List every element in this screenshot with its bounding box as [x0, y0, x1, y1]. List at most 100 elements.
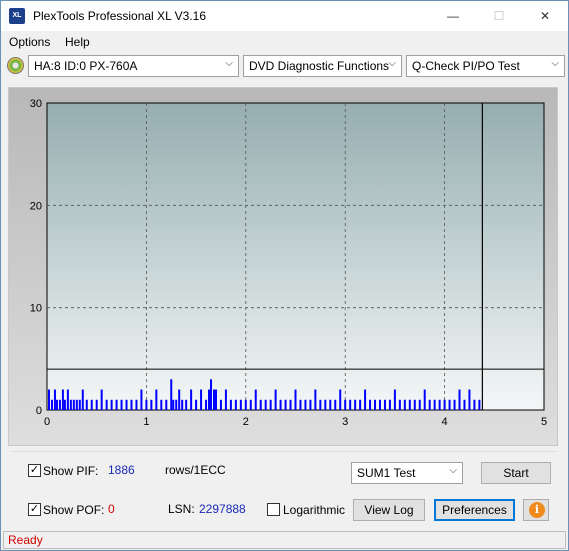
- data-bar: [443, 399, 446, 410]
- x-tick-label: 5: [541, 416, 547, 428]
- data-bar: [304, 399, 307, 410]
- data-bar: [85, 399, 88, 410]
- data-bar: [423, 389, 426, 410]
- data-bar: [212, 389, 215, 410]
- view-log-button[interactable]: View Log: [353, 499, 425, 521]
- status-bar: Ready: [3, 531, 566, 549]
- data-bar: [55, 399, 58, 410]
- data-bar: [383, 399, 386, 410]
- data-bar: [374, 399, 377, 410]
- data-bar: [349, 399, 352, 410]
- data-bar: [378, 399, 381, 410]
- data-bar: [254, 389, 257, 410]
- data-bar: [160, 399, 163, 410]
- data-bar: [413, 399, 416, 410]
- data-bar: [125, 399, 128, 410]
- data-bar: [50, 399, 53, 410]
- chevron-down-icon: ⌵: [388, 58, 396, 69]
- data-bar: [170, 379, 173, 410]
- x-tick-label: 4: [442, 416, 448, 428]
- menu-help[interactable]: Help: [65, 35, 90, 49]
- function-select-value: DVD Diagnostic Functions: [249, 59, 390, 73]
- data-bar: [234, 399, 237, 410]
- chevron-down-icon: ⌵: [449, 465, 457, 476]
- data-bar: [219, 399, 222, 410]
- y-tick-label: 30: [30, 98, 42, 110]
- pof-value: 0: [108, 502, 115, 516]
- data-bar: [294, 389, 297, 410]
- show-pif-label: Show PIF:: [43, 464, 99, 478]
- data-bar: [181, 399, 184, 410]
- data-bar: [115, 399, 118, 410]
- data-bar: [63, 399, 66, 410]
- data-bar: [448, 399, 451, 410]
- data-bar: [195, 399, 198, 410]
- data-bar: [249, 399, 252, 410]
- data-bar: [264, 399, 267, 410]
- data-bar: [178, 389, 181, 410]
- start-button[interactable]: Start: [481, 462, 551, 484]
- title-bar: XL PlexTools Professional XL V3.16 — ☐ ✕: [1, 1, 568, 31]
- drive-select[interactable]: HA:8 ID:0 PX-760A ⌵: [28, 55, 239, 77]
- info-button[interactable]: i: [523, 499, 549, 521]
- controls-panel: ✓ Show PIF: 1886 rows/1ECC SUM1 Test ⌵ S…: [12, 451, 557, 526]
- data-bar: [344, 399, 347, 410]
- data-bar: [438, 399, 441, 410]
- data-bar: [334, 399, 337, 410]
- data-bar: [47, 389, 50, 410]
- data-bar: [478, 399, 481, 410]
- data-bar: [53, 389, 56, 410]
- pif-value: 1886: [108, 463, 135, 477]
- lsn-label: LSN:: [168, 502, 195, 516]
- data-bar: [110, 399, 113, 410]
- y-tick-label: 0: [36, 405, 42, 417]
- window-title: PlexTools Professional XL V3.16: [33, 9, 206, 23]
- data-bar: [453, 399, 456, 410]
- toolbar: HA:8 ID:0 PX-760A ⌵ DVD Diagnostic Funct…: [1, 54, 568, 78]
- x-tick-label: 2: [243, 416, 249, 428]
- data-bar: [172, 399, 175, 410]
- show-pif-checkbox[interactable]: ✓: [28, 464, 41, 477]
- minimize-button[interactable]: —: [430, 1, 476, 31]
- data-bar: [75, 399, 78, 410]
- menu-options[interactable]: Options: [9, 35, 50, 49]
- function-select[interactable]: DVD Diagnostic Functions ⌵: [243, 55, 402, 77]
- chevron-down-icon: ⌵: [225, 58, 233, 69]
- data-bar: [239, 399, 242, 410]
- data-bar: [81, 389, 84, 410]
- data-bar: [150, 399, 153, 410]
- x-tick-label: 0: [44, 416, 50, 428]
- data-bar: [155, 389, 158, 410]
- data-bar: [145, 399, 148, 410]
- app-window: XL PlexTools Professional XL V3.16 — ☐ ✕…: [0, 0, 569, 551]
- data-bar: [244, 399, 247, 410]
- preferences-button[interactable]: Preferences: [434, 499, 515, 521]
- maximize-button[interactable]: ☐: [476, 1, 522, 31]
- data-bar: [120, 399, 123, 410]
- data-bar: [314, 389, 317, 410]
- data-bar: [214, 389, 217, 410]
- data-bar: [165, 399, 168, 410]
- data-bar: [458, 389, 461, 410]
- logarithmic-checkbox[interactable]: [267, 503, 280, 516]
- data-bar: [319, 399, 322, 410]
- data-bar: [210, 379, 213, 410]
- data-bar: [274, 389, 277, 410]
- data-bar: [364, 389, 367, 410]
- data-bar: [398, 399, 401, 410]
- test-select[interactable]: Q-Check PI/PO Test ⌵: [406, 55, 565, 77]
- data-bar: [259, 399, 262, 410]
- info-icon: i: [529, 502, 545, 518]
- show-pof-checkbox[interactable]: ✓: [28, 503, 41, 516]
- data-bar: [324, 399, 327, 410]
- data-bar: [208, 389, 211, 410]
- data-bar: [463, 399, 466, 410]
- sum-test-select[interactable]: SUM1 Test ⌵: [351, 462, 463, 484]
- data-bar: [105, 399, 108, 410]
- data-bar: [72, 399, 75, 410]
- pi-po-chart: 0 1 2 3 4 5 0 10 20 30: [30, 98, 547, 428]
- data-bar: [130, 399, 133, 410]
- data-bar: [269, 399, 272, 410]
- pif-unit: rows/1ECC: [165, 463, 226, 477]
- close-button[interactable]: ✕: [522, 1, 568, 31]
